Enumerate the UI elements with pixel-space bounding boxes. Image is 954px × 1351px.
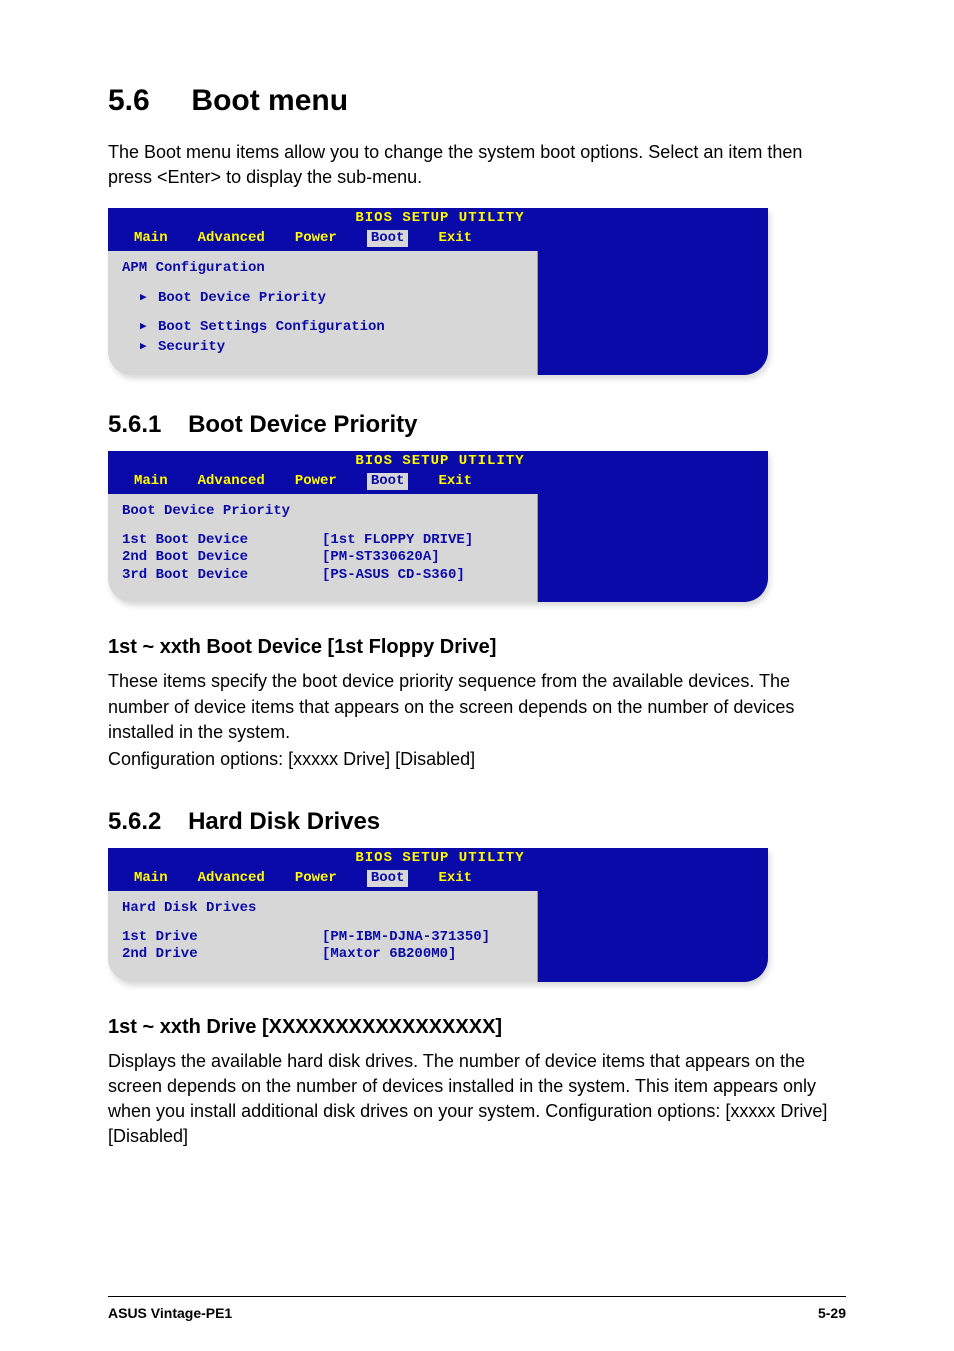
- bios-item-boot-device-priority[interactable]: ▶ Boot Device Priority: [122, 289, 527, 309]
- bios-item-boot-settings-config[interactable]: ▶ Boot Settings Configuration: [122, 318, 527, 338]
- bios-heading: Boot Device Priority: [122, 503, 290, 521]
- bios-tab-boot[interactable]: Boot: [367, 473, 409, 491]
- bios-left-pane: APM Configuration ▶ Boot Device Priority…: [108, 251, 538, 375]
- section-number: 5.6: [108, 84, 150, 117]
- bios-right-pane: [538, 494, 768, 602]
- bios-row-key: 2nd Boot Device: [122, 549, 322, 567]
- bios-heading-row: Hard Disk Drives: [122, 899, 527, 919]
- footer-product: ASUS Vintage-PE1: [108, 1305, 232, 1321]
- bios-heading-row: Boot Device Priority: [122, 502, 527, 522]
- bios-body: Hard Disk Drives 1st Drive [PM-IBM-DJNA-…: [108, 891, 768, 982]
- bios-screenshot-hard-disk-drives: BIOS SETUP UTILITY Main Advanced Power B…: [108, 848, 768, 982]
- bios-row-key: 1st Drive: [122, 929, 322, 947]
- subsection-title: Hard Disk Drives: [188, 808, 380, 835]
- bios-screenshot-boot-device-priority: BIOS SETUP UTILITY Main Advanced Power B…: [108, 451, 768, 602]
- subsection-562-heading: 5.6.2 Hard Disk Drives: [108, 808, 846, 836]
- bios-row-1st-boot[interactable]: 1st Boot Device [1st FLOPPY DRIVE]: [122, 532, 527, 550]
- subsection-561-heading: 5.6.1 Boot Device Priority: [108, 411, 846, 439]
- bios-header: BIOS SETUP UTILITY Main Advanced Power B…: [108, 208, 768, 251]
- bios-tab-boot[interactable]: Boot: [367, 870, 409, 888]
- bios-utility-title: BIOS SETUP UTILITY: [118, 453, 762, 471]
- bios-heading: APM Configuration: [122, 260, 265, 278]
- bios-item-label: Boot Settings Configuration: [158, 319, 385, 337]
- intro-paragraph: The Boot menu items allow you to change …: [108, 140, 846, 190]
- subsection-number: 5.6.2: [108, 808, 161, 835]
- bios-heading: Hard Disk Drives: [122, 900, 256, 918]
- bios-tabs: Main Advanced Power Boot Exit: [118, 228, 762, 248]
- subsection-title: Boot Device Priority: [188, 411, 417, 438]
- submenu-arrow-icon: ▶: [140, 292, 150, 306]
- bios-tab-power[interactable]: Power: [295, 230, 337, 248]
- bios-left-pane: Hard Disk Drives 1st Drive [PM-IBM-DJNA-…: [108, 891, 538, 982]
- boot-device-paragraph-2: Configuration options: [xxxxx Drive] [Di…: [108, 747, 846, 772]
- hard-disk-paragraph: Displays the available hard disk drives.…: [108, 1049, 846, 1150]
- bios-row-3rd-boot[interactable]: 3rd Boot Device [PS-ASUS CD-S360]: [122, 567, 527, 585]
- bios-row-value: [Maxtor 6B200M0]: [322, 946, 456, 964]
- bios-item-security[interactable]: ▶ Security: [122, 338, 527, 358]
- submenu-arrow-icon: ▶: [140, 341, 150, 355]
- bios-row-value: [1st FLOPPY DRIVE]: [322, 532, 473, 550]
- bios-tabs: Main Advanced Power Boot Exit: [118, 868, 762, 888]
- bios-tab-power[interactable]: Power: [295, 870, 337, 888]
- bios-tab-advanced[interactable]: Advanced: [198, 870, 265, 888]
- bios-right-pane: [538, 251, 768, 375]
- bios-row-value: [PS-ASUS CD-S360]: [322, 567, 465, 585]
- bios-tab-exit[interactable]: Exit: [438, 473, 472, 491]
- subsection-number: 5.6.1: [108, 411, 161, 438]
- sub2-first-boot-device: 1st ~ xxth Boot Device [1st Floppy Drive…: [108, 636, 846, 659]
- bios-tabs: Main Advanced Power Boot Exit: [118, 471, 762, 491]
- bios-tab-exit[interactable]: Exit: [438, 230, 472, 248]
- bios-row-1st-drive[interactable]: 1st Drive [PM-IBM-DJNA-371350]: [122, 929, 527, 947]
- submenu-arrow-icon: ▶: [140, 321, 150, 335]
- bios-left-pane: Boot Device Priority 1st Boot Device [1s…: [108, 494, 538, 602]
- bios-row-value: [PM-IBM-DJNA-371350]: [322, 929, 490, 947]
- bios-row-key: 3rd Boot Device: [122, 567, 322, 585]
- boot-device-paragraph-1: These items specify the boot device prio…: [108, 669, 846, 745]
- section-heading: 5.6 Boot menu: [108, 84, 846, 118]
- bios-header: BIOS SETUP UTILITY Main Advanced Power B…: [108, 451, 768, 494]
- bios-body: APM Configuration ▶ Boot Device Priority…: [108, 251, 768, 375]
- bios-item-label: Boot Device Priority: [158, 290, 326, 308]
- bios-tab-boot[interactable]: Boot: [367, 230, 409, 248]
- bios-row-key: 1st Boot Device: [122, 532, 322, 550]
- page-footer: ASUS Vintage-PE1 5-29: [108, 1296, 846, 1321]
- sub2-first-drive: 1st ~ xxth Drive [XXXXXXXXXXXXXXXXX]: [108, 1016, 846, 1039]
- bios-tab-power[interactable]: Power: [295, 473, 337, 491]
- bios-utility-title: BIOS SETUP UTILITY: [118, 850, 762, 868]
- bios-row-2nd-drive[interactable]: 2nd Drive [Maxtor 6B200M0]: [122, 946, 527, 964]
- bios-body: Boot Device Priority 1st Boot Device [1s…: [108, 494, 768, 602]
- bios-row-value: [PM-ST330620A]: [322, 549, 440, 567]
- bios-tab-main[interactable]: Main: [134, 230, 168, 248]
- bios-tab-main[interactable]: Main: [134, 870, 168, 888]
- bios-tab-advanced[interactable]: Advanced: [198, 473, 265, 491]
- bios-row-key: 2nd Drive: [122, 946, 322, 964]
- bios-tab-exit[interactable]: Exit: [438, 870, 472, 888]
- bios-header: BIOS SETUP UTILITY Main Advanced Power B…: [108, 848, 768, 891]
- bios-heading-row: APM Configuration: [122, 259, 527, 279]
- section-title-text: Boot menu: [191, 84, 348, 117]
- bios-tab-main[interactable]: Main: [134, 473, 168, 491]
- bios-screenshot-boot-menu: BIOS SETUP UTILITY Main Advanced Power B…: [108, 208, 768, 375]
- bios-utility-title: BIOS SETUP UTILITY: [118, 210, 762, 228]
- footer-page-number: 5-29: [818, 1305, 846, 1321]
- bios-tab-advanced[interactable]: Advanced: [198, 230, 265, 248]
- bios-row-2nd-boot[interactable]: 2nd Boot Device [PM-ST330620A]: [122, 549, 527, 567]
- bios-right-pane: [538, 891, 768, 982]
- bios-item-label: Security: [158, 339, 225, 357]
